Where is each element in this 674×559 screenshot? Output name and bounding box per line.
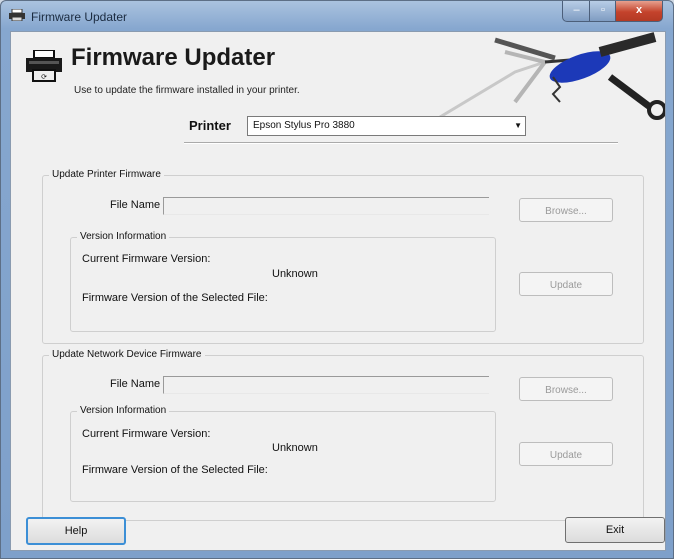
- title-bar[interactable]: Firmware Updater – ▫ x: [1, 1, 673, 31]
- printer-file-name-input[interactable]: [163, 197, 489, 215]
- exit-button[interactable]: Exit: [565, 517, 665, 543]
- network-browse-button[interactable]: Browse...: [519, 377, 613, 401]
- network-update-button[interactable]: Update: [519, 442, 613, 466]
- printer-select[interactable]: Epson Stylus Pro 3880 ▼: [247, 116, 526, 136]
- network-version-group: Version Information Current Firmware Ver…: [70, 405, 496, 502]
- selected-firmware-label: Firmware Version of the Selected File:: [82, 464, 268, 476]
- network-version-legend: Version Information: [77, 405, 170, 416]
- printer-browse-button[interactable]: Browse...: [519, 198, 613, 222]
- printer-icon: [9, 9, 25, 21]
- network-firmware-group: Update Network Device Firmware File Name…: [42, 349, 644, 521]
- chevron-down-icon[interactable]: ▼: [514, 121, 522, 130]
- printer-firmware-group: Update Printer Firmware File Name Browse…: [42, 169, 644, 344]
- svg-text:⟳: ⟳: [41, 73, 47, 81]
- minimize-button[interactable]: –: [562, 1, 591, 22]
- network-file-name-input[interactable]: [163, 376, 489, 394]
- printer-firmware-legend: Update Printer Firmware: [49, 169, 164, 180]
- maximize-button[interactable]: ▫: [589, 1, 617, 22]
- page-title: Firmware Updater: [71, 44, 276, 71]
- printer-version-group: Version Information Current Firmware Ver…: [70, 231, 496, 332]
- header-divider: [184, 142, 618, 144]
- selected-firmware-label: Firmware Version of the Selected File:: [82, 292, 268, 304]
- printer-label: Printer: [189, 118, 231, 133]
- printer-icon: ⟳: [26, 50, 62, 82]
- page-subtitle: Use to update the firmware installed in …: [74, 85, 300, 96]
- tools-graphic: [434, 32, 665, 122]
- client-area: ⟳ Firmware Updater Use to update the fir…: [10, 31, 666, 551]
- window-title: Firmware Updater: [31, 10, 128, 24]
- close-button[interactable]: x: [615, 1, 663, 22]
- printer-select-value: Epson Stylus Pro 3880: [253, 120, 355, 131]
- app-window: Firmware Updater – ▫ x ⟳ Firmware Update…: [0, 0, 674, 559]
- current-firmware-value: Unknown: [272, 442, 318, 454]
- file-name-label: File Name: [110, 378, 161, 390]
- current-firmware-value: Unknown: [272, 268, 318, 280]
- file-name-label: File Name: [110, 199, 161, 211]
- network-firmware-legend: Update Network Device Firmware: [49, 349, 205, 360]
- printer-update-button[interactable]: Update: [519, 272, 613, 296]
- current-firmware-label: Current Firmware Version:: [82, 428, 211, 440]
- printer-version-legend: Version Information: [77, 231, 170, 242]
- help-button[interactable]: Help: [26, 517, 126, 545]
- current-firmware-label: Current Firmware Version:: [82, 253, 211, 265]
